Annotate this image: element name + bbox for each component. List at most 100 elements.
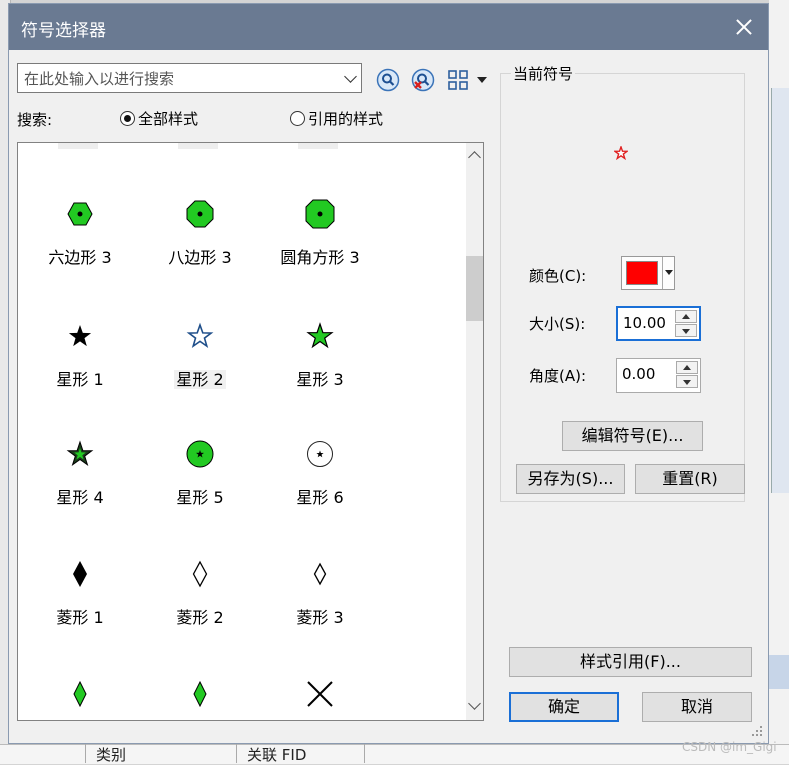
diamond-outline-small-icon — [313, 562, 327, 586]
octagon-green-icon — [186, 200, 214, 228]
view-options-icon[interactable] — [447, 68, 493, 92]
symbol-label: 星形 1 — [56, 370, 104, 389]
style-references-button[interactable]: 样式引用(F)... — [509, 647, 752, 677]
angle-increment-button[interactable] — [676, 361, 698, 374]
angle-input[interactable] — [620, 364, 676, 384]
diamond-black-icon — [73, 561, 87, 587]
symbol-item[interactable]: 圆角方形 3 — [260, 199, 380, 309]
symbol-label-text: 星形 2 — [174, 370, 226, 389]
circle-green-star-icon — [186, 440, 214, 468]
radio-unselected-icon — [290, 111, 305, 126]
hexagon-green-icon — [67, 202, 93, 226]
diamond-green-icon — [193, 680, 207, 708]
partial-label — [178, 143, 218, 149]
background-map-view — [771, 88, 789, 493]
current-symbol-title: 当前符号 — [511, 63, 576, 84]
table-column-header-category[interactable]: 类别 — [96, 744, 126, 765]
symbol-item[interactable]: 六边形 3 — [20, 199, 140, 309]
partial-label — [58, 143, 98, 149]
scroll-up-icon[interactable] — [468, 151, 481, 164]
star-green-dark-icon — [66, 440, 94, 466]
angle-stepper[interactable] — [616, 358, 701, 393]
symbol-label: 菱形 3 — [296, 608, 344, 627]
star-green-outline-icon — [306, 322, 334, 349]
size-label: 大小(S): — [529, 315, 586, 333]
size-stepper[interactable] — [616, 306, 701, 341]
search-scope-label: 搜索: — [17, 111, 53, 129]
size-increment-button[interactable] — [675, 310, 697, 323]
symbol-label: 六边形 3 — [48, 248, 112, 267]
diamond-outline-icon — [192, 560, 208, 588]
ok-button[interactable]: 确定 — [509, 692, 619, 722]
symbol-label: 星形 3 — [296, 370, 344, 389]
table-column-separator — [85, 744, 86, 763]
symbol-label: 八边形 3 — [168, 248, 232, 267]
watermark: CSDN @im_Gigi — [682, 740, 777, 754]
symbol-preview-star-icon — [614, 146, 628, 160]
symbol-item[interactable] — [260, 679, 380, 720]
symbol-label: 星形 4 — [56, 488, 104, 507]
star-black-icon — [68, 325, 92, 347]
radio-all-styles[interactable]: 全部样式 — [120, 108, 198, 129]
symbol-item-selected[interactable]: 星形 2 — [140, 321, 260, 431]
table-column-header-fid[interactable]: 关联 FID — [247, 744, 306, 765]
symbol-label: 星形 2 — [140, 366, 260, 390]
edit-symbol-button[interactable]: 编辑符号(E)... — [562, 421, 703, 451]
chevron-down-icon — [665, 270, 673, 275]
symbol-label: 星形 5 — [176, 488, 224, 507]
symbol-list-scrollbar[interactable] — [466, 143, 483, 720]
resize-grip-icon[interactable] — [751, 725, 763, 737]
background-panel-header — [769, 655, 789, 689]
partial-label — [298, 143, 338, 149]
radio-referenced-styles-label: 引用的样式 — [308, 110, 384, 128]
cancel-button[interactable]: 取消 — [642, 692, 752, 722]
color-picker-divider — [662, 257, 663, 289]
rounded-square-green-icon — [305, 199, 335, 229]
cross-x-icon — [307, 681, 333, 707]
search-icon[interactable] — [376, 68, 400, 92]
angle-label: 角度(A): — [529, 367, 587, 385]
circle-white-star-icon — [307, 441, 333, 467]
star-outline-blue-icon — [186, 322, 214, 349]
radio-all-styles-label: 全部样式 — [138, 110, 199, 128]
radio-selected-icon — [120, 111, 135, 126]
symbol-item[interactable]: 菱形 1 — [20, 559, 140, 669]
symbol-label: 星形 6 — [296, 488, 344, 507]
dialog-title: 符号选择器 — [21, 21, 106, 41]
symbol-item[interactable] — [20, 679, 140, 720]
size-stepper-buttons — [675, 310, 697, 338]
close-button[interactable] — [724, 8, 764, 46]
title-bar: 符号选择器 — [9, 4, 768, 50]
scroll-thumb[interactable] — [466, 256, 483, 321]
size-input[interactable] — [621, 313, 677, 333]
size-decrement-button[interactable] — [675, 324, 697, 337]
symbol-item[interactable]: 星形 3 — [260, 321, 380, 431]
reset-button[interactable]: 重置(R) — [635, 464, 745, 494]
symbol-item[interactable]: 八边形 3 — [140, 199, 260, 309]
color-picker-button[interactable] — [621, 256, 675, 290]
radio-referenced-styles[interactable]: 引用的样式 — [290, 108, 383, 129]
symbol-item[interactable] — [140, 679, 260, 720]
symbol-label: 菱形 1 — [56, 608, 104, 627]
search-input[interactable] — [22, 65, 336, 93]
symbol-item[interactable]: 星形 6 — [260, 439, 380, 549]
diamond-green-icon — [73, 680, 87, 708]
color-swatch — [626, 261, 658, 285]
symbol-label: 菱形 2 — [176, 608, 224, 627]
symbol-item[interactable]: 菱形 2 — [140, 559, 260, 669]
table-column-separator — [364, 744, 365, 763]
symbol-item[interactable]: 星形 5 — [140, 439, 260, 549]
search-combobox[interactable] — [17, 63, 362, 93]
chevron-down-icon[interactable] — [344, 70, 357, 83]
angle-stepper-buttons — [676, 361, 698, 389]
symbol-item[interactable]: 菱形 3 — [260, 559, 380, 669]
scroll-down-icon[interactable] — [468, 697, 481, 710]
symbol-list[interactable]: 六边形 3 八边形 3 圆角方形 3 星形 1 星形 2 星形 3 星形 4 星… — [17, 142, 484, 721]
symbol-label: 圆角方形 3 — [280, 248, 360, 267]
clear-search-icon[interactable] — [411, 68, 435, 92]
save-as-button[interactable]: 另存为(S)... — [516, 464, 625, 494]
symbol-item[interactable]: 星形 1 — [20, 321, 140, 431]
angle-decrement-button[interactable] — [676, 375, 698, 388]
symbol-item[interactable]: 星形 4 — [20, 439, 140, 549]
table-column-separator — [236, 744, 237, 763]
